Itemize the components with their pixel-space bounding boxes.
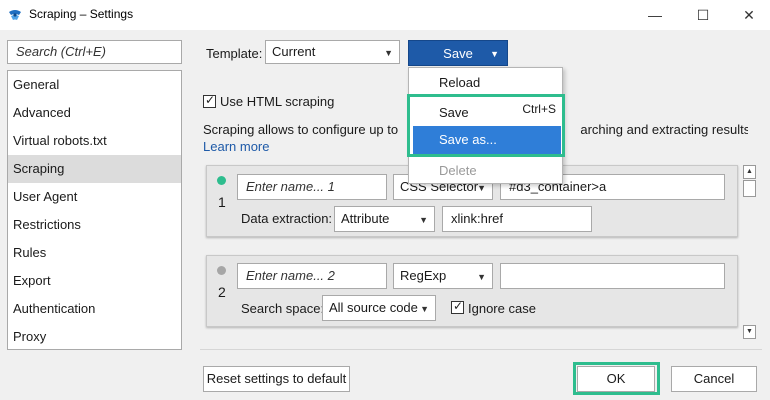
chevron-down-icon: ▼ bbox=[477, 272, 486, 282]
rule-name-input[interactable]: Enter name... 2 bbox=[237, 263, 387, 289]
scraping-rule-2: 2 Enter name... 2 RegExp ▼ Search space:… bbox=[206, 255, 738, 327]
search-space-value: All source code bbox=[329, 300, 418, 315]
checkmark-icon: ✓ bbox=[453, 299, 464, 313]
description-text-right: arching and extracting results. bbox=[580, 122, 748, 137]
learn-more-link[interactable]: Learn more bbox=[203, 139, 269, 154]
chevron-down-icon: ▼ bbox=[419, 215, 428, 225]
checkmark-icon: ✓ bbox=[205, 93, 216, 107]
save-template-button[interactable]: Save ▼ bbox=[408, 40, 508, 66]
sidebar-item-virtual-robots[interactable]: Virtual robots.txt bbox=[8, 127, 181, 155]
rule-method-select[interactable]: RegExp ▼ bbox=[393, 263, 493, 289]
rule-number: 2 bbox=[218, 284, 226, 300]
template-label: Template: bbox=[206, 46, 263, 61]
maximize-button[interactable]: ☐ bbox=[680, 0, 726, 30]
settings-search-input[interactable]: Search (Ctrl+E) bbox=[7, 40, 182, 64]
scroll-up-icon[interactable]: ▲ bbox=[743, 165, 756, 179]
ignore-case-label: Ignore case bbox=[468, 301, 536, 316]
ok-highlight-frame bbox=[573, 362, 660, 395]
minimize-icon: — bbox=[648, 7, 662, 23]
search-space-select[interactable]: All source code ▼ bbox=[322, 295, 436, 321]
template-select[interactable]: Current ▼ bbox=[265, 40, 400, 64]
window-title: Scraping – Settings bbox=[29, 7, 134, 21]
data-extraction-select[interactable]: Attribute ▼ bbox=[334, 206, 435, 232]
rule-method-value: RegExp bbox=[400, 268, 447, 283]
settings-nav-list: General Advanced Virtual robots.txt Scra… bbox=[7, 70, 182, 350]
rule-query-input[interactable] bbox=[500, 263, 725, 289]
cancel-button[interactable]: Cancel bbox=[671, 366, 757, 392]
sidebar-item-authentication[interactable]: Authentication bbox=[8, 295, 181, 323]
save-button-label: Save bbox=[443, 46, 473, 61]
menu-item-reload[interactable]: Reload bbox=[409, 69, 562, 97]
attribute-name-input[interactable]: xlink:href bbox=[442, 206, 592, 232]
ignore-case-checkbox[interactable]: ✓ bbox=[451, 299, 464, 314]
sidebar-item-scraping[interactable]: Scraping bbox=[8, 155, 181, 183]
title-bar: Scraping – Settings — ☐ ✕ bbox=[0, 0, 770, 30]
sidebar-item-user-agent[interactable]: User Agent bbox=[8, 183, 181, 211]
sidebar-item-restrictions[interactable]: Restrictions bbox=[8, 211, 181, 239]
description-text-left: Scraping allows to configure up to bbox=[203, 122, 399, 137]
rules-scrollbar-thumb[interactable] bbox=[743, 180, 756, 197]
template-select-value: Current bbox=[272, 44, 316, 59]
sidebar-item-export[interactable]: Export bbox=[8, 267, 181, 295]
chevron-down-icon: ▼ bbox=[384, 48, 393, 58]
use-html-scraping-checkbox[interactable]: ✓ bbox=[203, 93, 216, 108]
sidebar-item-rules[interactable]: Rules bbox=[8, 239, 181, 267]
save-options-highlight-frame bbox=[407, 94, 565, 157]
rule-status-dot bbox=[217, 266, 226, 275]
rule-status-dot bbox=[217, 176, 226, 185]
close-icon: ✕ bbox=[743, 6, 755, 23]
minimize-button[interactable]: — bbox=[632, 0, 678, 30]
data-extraction-value: Attribute bbox=[341, 211, 390, 226]
close-button[interactable]: ✕ bbox=[726, 0, 770, 30]
data-extraction-label: Data extraction: bbox=[241, 211, 333, 226]
rules-scrollbar-track[interactable] bbox=[743, 180, 756, 324]
sidebar-item-advanced[interactable]: Advanced bbox=[8, 99, 181, 127]
rule-number: 1 bbox=[218, 194, 226, 210]
search-space-label: Search space: bbox=[241, 301, 325, 316]
menu-item-delete: Delete bbox=[439, 163, 477, 178]
dropdown-arrow-icon[interactable]: ▼ bbox=[490, 41, 499, 67]
use-html-scraping-label: Use HTML scraping bbox=[220, 94, 335, 109]
app-logo-icon bbox=[9, 10, 21, 20]
scroll-down-icon[interactable]: ▼ bbox=[743, 325, 756, 339]
sidebar-item-proxy[interactable]: Proxy bbox=[8, 323, 181, 351]
footer-divider bbox=[200, 349, 762, 350]
sidebar-item-general[interactable]: General bbox=[8, 71, 181, 99]
maximize-icon: ☐ bbox=[696, 6, 710, 23]
chevron-down-icon: ▼ bbox=[420, 304, 429, 314]
rule-name-input[interactable]: Enter name... 1 bbox=[237, 174, 387, 200]
reset-settings-button[interactable]: Reset settings to default bbox=[203, 366, 350, 392]
